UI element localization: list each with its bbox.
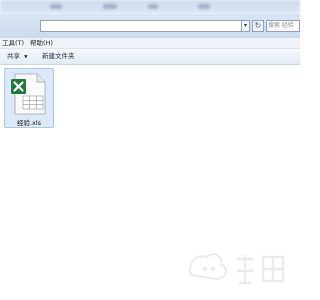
- menu-item-help[interactable]: 帮助(H): [30, 38, 53, 48]
- address-bar-row: ▾ ↻ 搜索 经验: [0, 14, 300, 39]
- share-button[interactable]: 共享 ▼: [7, 49, 28, 65]
- address-bar[interactable]: [40, 20, 243, 32]
- watermark-logo: [189, 253, 285, 285]
- search-input[interactable]: 搜索 经验: [266, 20, 300, 32]
- file-name: 经验.xls: [16, 119, 42, 127]
- excel-file-icon: [11, 73, 46, 115]
- command-bar: 共享 ▼ 新建文件夹: [0, 49, 300, 65]
- file-item[interactable]: 经验.xls: [4, 68, 54, 128]
- blurred-title-fragment: [103, 4, 117, 9]
- new-folder-button[interactable]: 新建文件夹: [42, 49, 75, 64]
- share-dropdown-icon: ▼: [24, 55, 28, 60]
- refresh-button[interactable]: ↻: [252, 20, 264, 32]
- menu-item-tools[interactable]: 工具(T): [2, 38, 24, 48]
- blurred-title-fragment: [148, 4, 158, 9]
- address-dropdown-button[interactable]: ▾: [241, 20, 250, 32]
- blurred-title-fragment: [198, 4, 210, 9]
- share-label: 共享: [7, 52, 20, 60]
- window-title-strip: [0, 0, 300, 14]
- menu-bar: 工具(T) 帮助(H): [0, 38, 300, 49]
- blurred-title-fragment: [50, 4, 62, 9]
